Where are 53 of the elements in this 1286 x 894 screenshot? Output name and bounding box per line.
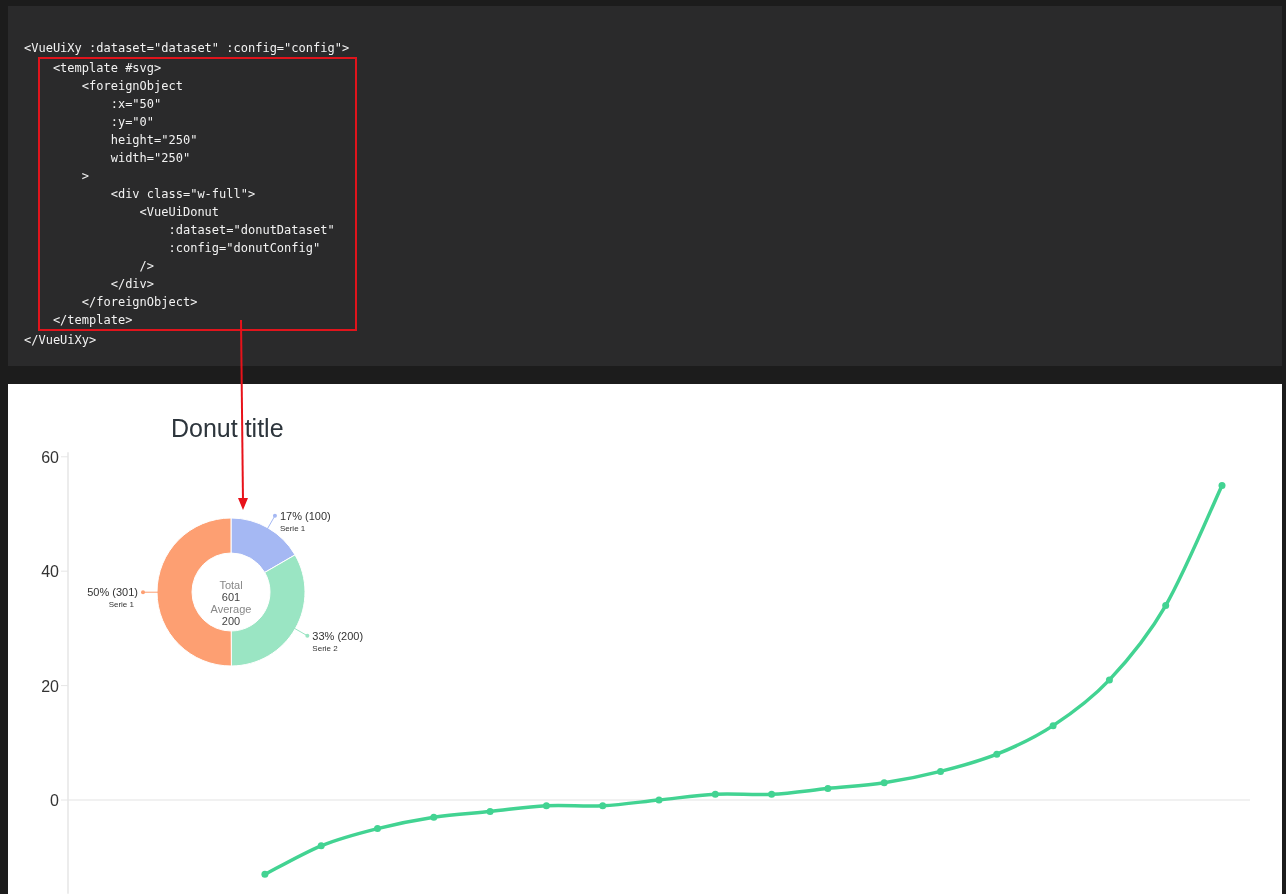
chart-title: Donut title [171, 414, 284, 442]
data-point [261, 870, 269, 878]
y-tick-label: 20 [41, 677, 59, 695]
slice-series-label: Serie 1 [279, 523, 306, 533]
leader-line [266, 513, 277, 531]
code-line: width="250" [109, 150, 191, 167]
data-point [486, 807, 494, 815]
code-line: </div> [109, 276, 155, 293]
center-label: Average [210, 603, 252, 615]
data-point [655, 796, 663, 804]
code-line: </template> [51, 312, 133, 329]
center-value: 601 [221, 591, 241, 603]
y-tick-label: 0 [50, 792, 59, 809]
slice-series-label: Serie 1 [108, 600, 134, 610]
data-point [711, 790, 719, 798]
data-point [430, 813, 438, 821]
slice-value-label: 50% (301) [87, 586, 138, 599]
data-point [1105, 676, 1113, 684]
code-line: <div class="w-full"> [109, 186, 256, 203]
slice-series-label: Serie 2 [312, 643, 338, 653]
slice-value-label: 17% (100) [279, 509, 331, 522]
data-point [1218, 481, 1226, 489]
slice-value-label: 33% (200) [312, 629, 364, 642]
data-point [880, 779, 888, 787]
data-point [1049, 722, 1057, 730]
data-point [374, 825, 381, 833]
data-point [937, 767, 944, 775]
data-point [824, 785, 832, 793]
code-line: <VueUiDonut [138, 204, 220, 221]
center-value: 200 [221, 615, 241, 627]
code-line: <VueUiXy :dataset="dataset" :config="config"> [24, 40, 350, 57]
data-point [542, 802, 550, 810]
center-label: Total [219, 579, 243, 591]
data-point [993, 750, 1001, 758]
y-tick-label: 60 [41, 448, 59, 466]
code-line: height="250" [109, 132, 198, 149]
leader-line [141, 590, 160, 595]
data-point [1162, 602, 1170, 609]
code-line: :x="50" [109, 96, 162, 113]
data-point [599, 802, 607, 810]
leader-line [293, 627, 310, 638]
code-line: :config="donutConfig" [167, 240, 321, 257]
code-line: :y="0" [109, 114, 155, 131]
data-point [317, 842, 325, 850]
code-line: <foreignObject [80, 78, 183, 95]
code-line: </foreignObject> [80, 294, 198, 311]
code-line: /> [138, 258, 155, 275]
code-line: :dataset="donutDataset" [167, 222, 335, 239]
code-line: </VueUiXy> [24, 332, 97, 349]
code-line: > [80, 168, 90, 185]
code-line: <template #svg> [51, 60, 162, 77]
data-point [768, 790, 776, 798]
y-tick-label: 40 [41, 563, 59, 581]
